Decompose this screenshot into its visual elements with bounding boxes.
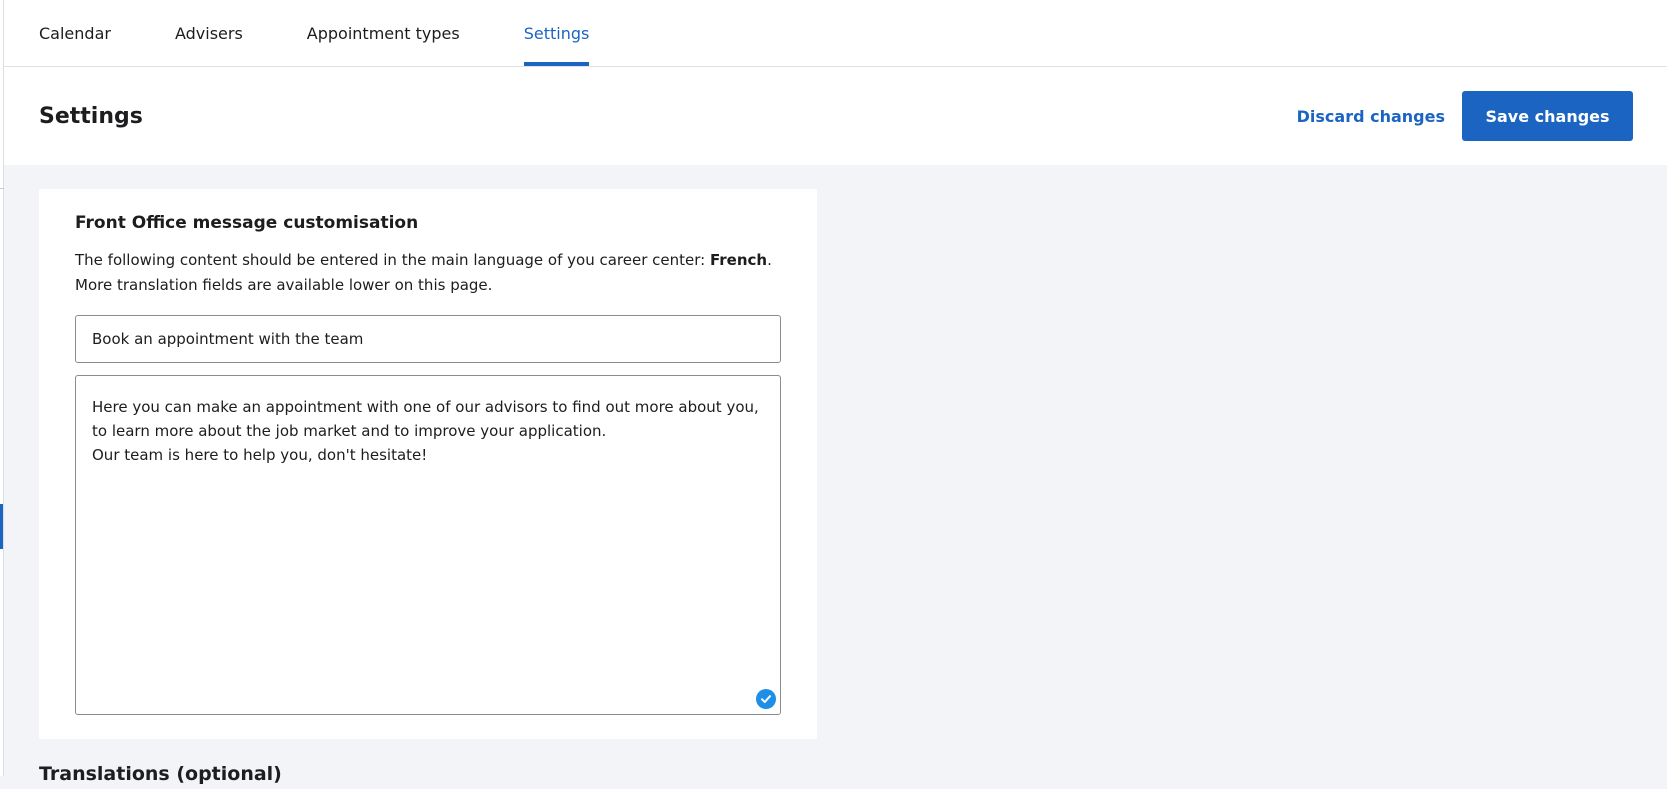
page-header: Settings Discard changes Save changes (4, 67, 1667, 165)
tab-settings[interactable]: Settings (523, 0, 589, 66)
tab-bar: Calendar Advisers Appointment types Sett… (4, 0, 1667, 67)
page-title: Settings (39, 103, 143, 129)
card-description: The following content should be entered … (75, 248, 785, 298)
tab-calendar[interactable]: Calendar (39, 0, 111, 66)
message-title-input[interactable] (75, 315, 781, 363)
card-title: Front Office message customisation (75, 213, 419, 233)
description-suffix: . (767, 251, 772, 269)
rail-active-indicator (0, 504, 3, 549)
tab-appointment-types[interactable]: Appointment types (307, 0, 460, 66)
description-prefix: The following content should be entered … (75, 251, 710, 269)
settings-app: Calendar Advisers Appointment types Sett… (4, 0, 1667, 785)
checkmark-glyph (761, 695, 771, 703)
description-line-2: More translation fields are available lo… (75, 276, 493, 294)
header-actions: Discard changes Save changes (1297, 91, 1633, 141)
main-language: French (709, 251, 768, 269)
tab-advisers[interactable]: Advisers (175, 0, 243, 66)
front-office-message-card: Front Office message customisation The f… (39, 189, 817, 739)
save-changes-button[interactable]: Save changes (1462, 91, 1633, 141)
discard-changes-link[interactable]: Discard changes (1297, 107, 1445, 126)
check-circle-icon (756, 689, 776, 709)
message-body-textarea[interactable]: Here you can make an appointment with on… (75, 375, 781, 715)
translations-heading: Translations (optional) (39, 763, 282, 785)
